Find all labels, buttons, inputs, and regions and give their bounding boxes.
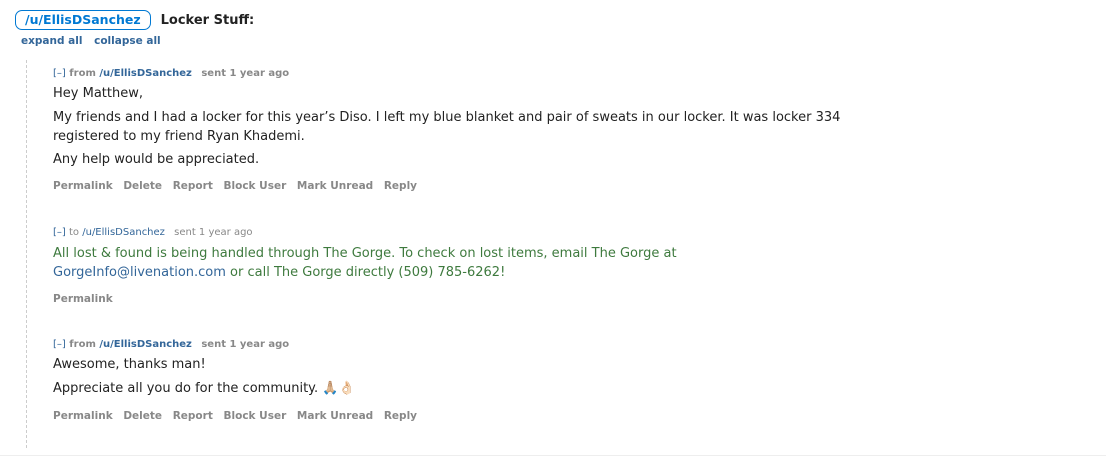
- message-1: [–] from /u/EllisDSanchez sent 1 year ag…: [53, 68, 853, 192]
- mark-unread-button[interactable]: Mark Unread: [297, 180, 373, 192]
- timestamp: sent 1 year ago: [201, 68, 290, 79]
- message-actions: Permalink Delete Report Block User Mark …: [53, 180, 853, 192]
- message-body: Awesome, thanks man! Appreciate all you …: [53, 355, 853, 398]
- reply-button[interactable]: Reply: [384, 180, 417, 192]
- thread-indent-line: [26, 60, 27, 448]
- reply-button[interactable]: Reply: [384, 410, 417, 422]
- message-text: All lost & found is being handled throug…: [53, 246, 677, 261]
- thread-subject: Locker Stuff:: [160, 12, 255, 28]
- permalink-button[interactable]: Permalink: [53, 410, 113, 422]
- user-link-pill[interactable]: /u/EllisDSanchez: [15, 10, 151, 30]
- user-link[interactable]: /u/EllisDSanchez: [99, 68, 192, 79]
- user-link[interactable]: /u/EllisDSanchez: [82, 227, 165, 238]
- message-paragraph: All lost & found is being handled throug…: [53, 244, 853, 282]
- report-button[interactable]: Report: [173, 180, 213, 192]
- mark-unread-button[interactable]: Mark Unread: [297, 410, 373, 422]
- email-link[interactable]: GorgeInfo@livenation.com: [53, 265, 226, 280]
- collapse-toggle[interactable]: [–]: [53, 227, 66, 238]
- message-paragraph: Hey Matthew,: [53, 86, 143, 101]
- permalink-button[interactable]: Permalink: [53, 180, 113, 192]
- delete-button[interactable]: Delete: [123, 410, 162, 422]
- collapse-all-link[interactable]: collapse all: [94, 35, 161, 47]
- block-user-button[interactable]: Block User: [224, 180, 287, 192]
- message-body: Hey Matthew, My friends and I had a lock…: [53, 84, 853, 169]
- thread-toggles: expand all collapse all: [21, 35, 169, 47]
- block-user-button[interactable]: Block User: [224, 410, 287, 422]
- message-paragraph: Appreciate all you do for the community.…: [53, 381, 355, 396]
- bottom-divider: [0, 455, 1106, 456]
- expand-all-link[interactable]: expand all: [21, 35, 82, 47]
- message-paragraph: My friends and I had a locker for this y…: [53, 110, 841, 144]
- message-meta: [–] from /u/EllisDSanchez sent 1 year ag…: [53, 68, 853, 79]
- message-text: or call The Gorge directly (509) 785-626…: [225, 265, 506, 280]
- message-paragraph: Any help would be appreciated.: [53, 152, 260, 167]
- message-2: [–] to /u/EllisDSanchez sent 1 year ago …: [53, 227, 853, 305]
- message-meta: [–] from /u/EllisDSanchez sent 1 year ag…: [53, 339, 853, 350]
- delete-button[interactable]: Delete: [123, 180, 162, 192]
- message-actions: Permalink: [53, 293, 853, 305]
- permalink-button[interactable]: Permalink: [53, 293, 113, 305]
- direction-label: from: [69, 339, 96, 350]
- message-3: [–] from /u/EllisDSanchez sent 1 year ag…: [53, 339, 853, 422]
- timestamp: sent 1 year ago: [201, 339, 290, 350]
- message-paragraph: Awesome, thanks man!: [53, 357, 206, 372]
- report-button[interactable]: Report: [173, 410, 213, 422]
- user-link[interactable]: /u/EllisDSanchez: [99, 339, 192, 350]
- message-meta: [–] to /u/EllisDSanchez sent 1 year ago: [53, 227, 853, 238]
- direction-label: from: [69, 68, 96, 79]
- timestamp: sent 1 year ago: [174, 227, 253, 238]
- message-actions: Permalink Delete Report Block User Mark …: [53, 410, 853, 422]
- message-body: All lost & found is being handled throug…: [53, 244, 853, 282]
- direction-label: to: [69, 227, 80, 238]
- collapse-toggle[interactable]: [–]: [53, 339, 66, 350]
- collapse-toggle[interactable]: [–]: [53, 68, 66, 79]
- thread-header: /u/EllisDSanchez Locker Stuff:: [15, 10, 254, 30]
